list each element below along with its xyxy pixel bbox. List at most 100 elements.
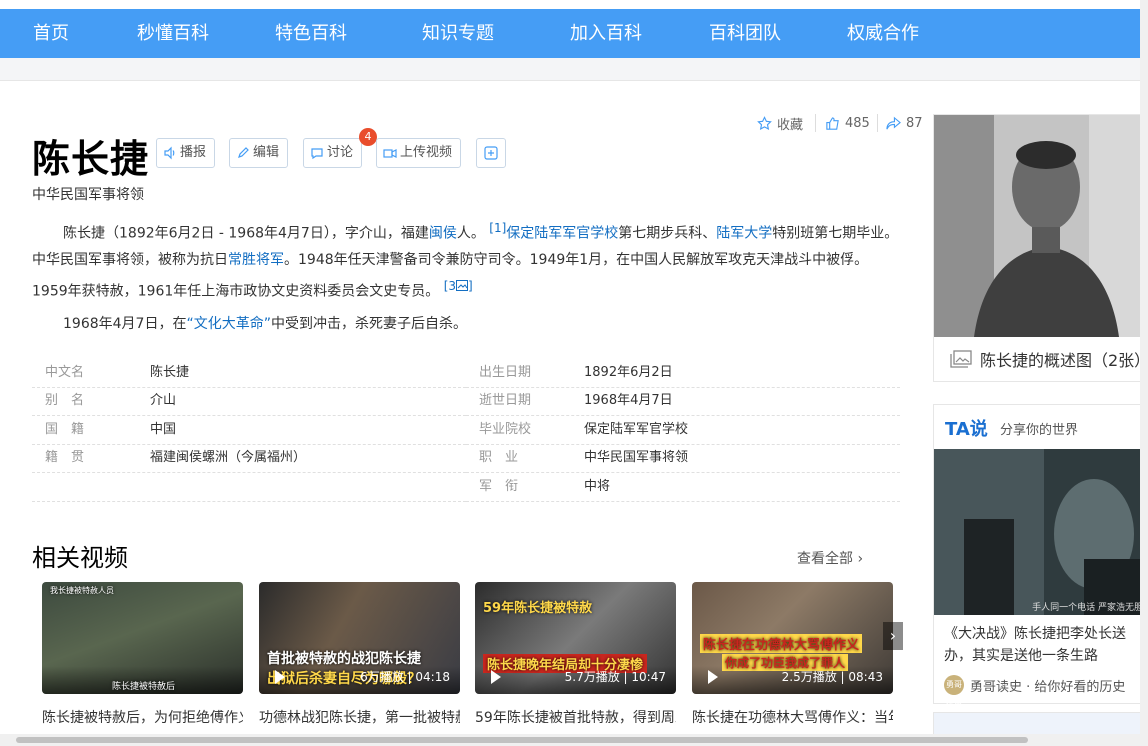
link-minhou[interactable]: 闽侯 <box>429 226 457 242</box>
summary-paragraph: 1968年4月7日，在“文化大革命”中受到冲击，杀死妻子后自杀。 <box>32 311 900 337</box>
infobox-row: 出生日期 1892年6月2日 <box>466 360 900 388</box>
video-title[interactable]: 功德林战犯陈长捷，第一批被特赦出狱，多年后为何要 <box>259 706 460 730</box>
photo-caption[interactable]: 陈长捷的概述图（2张） <box>950 347 1147 371</box>
infobox-value: 中华民国军事将领 <box>584 450 689 465</box>
link-army-university[interactable]: 陆军大学 <box>716 226 772 242</box>
ta-author[interactable]: 勇哥读史 勇哥读史 · 给你好看的历史 <box>944 675 1125 709</box>
broadcast-label: 播报 <box>180 145 207 160</box>
infobox-key: 军 衔 <box>479 479 519 494</box>
add-button[interactable] <box>476 138 506 168</box>
video-title[interactable]: 陈长捷被特赦后，为何拒绝傅作义邀请，宁愿扫大街也 <box>42 706 243 730</box>
collect-label: 收藏 <box>777 117 804 133</box>
nav-item-cooperation[interactable]: 权威合作 <box>847 9 919 58</box>
video-thumbnail[interactable]: 59年陈长捷被特赦 陈长捷晚年结局却十分凄惨 5.7万播放 | 10:47 <box>475 582 676 694</box>
upload-video-button[interactable]: 上传视频 <box>376 138 462 168</box>
ta-video-subtitle: 手人同一个电话 严家浩无胆 <box>1032 603 1143 613</box>
discuss-count-badge: 4 <box>359 128 377 146</box>
see-all-label: 查看全部 <box>797 551 853 567</box>
share-button[interactable]: 87 <box>886 114 923 132</box>
summary-photo-card[interactable]: 陈长捷的概述图（2张） <box>933 114 1148 382</box>
infobox-key: 逝世日期 <box>479 393 532 408</box>
broadcast-button[interactable]: 播报 <box>156 138 216 168</box>
video-meta: 5.7万播放 | 10:47 <box>564 670 666 684</box>
nav-item-topics[interactable]: 知识专题 <box>422 9 494 58</box>
link-cultural-revolution[interactable]: “文化大革命” <box>186 316 271 332</box>
infobox-row-empty <box>32 474 466 502</box>
chat-bubble-icon <box>311 148 323 160</box>
play-icon <box>275 670 285 684</box>
discuss-button[interactable]: 讨论 <box>303 138 363 168</box>
chevron-right-icon: › <box>889 626 897 645</box>
share-count: 87 <box>906 115 923 131</box>
sub-bar <box>0 58 1148 81</box>
link-changsheng-general[interactable]: 常胜将军 <box>228 252 284 268</box>
summary-text: 中受到冲击，杀死妻子后自杀。 <box>270 316 467 332</box>
ta-shuo-logo: TA说 <box>945 419 988 440</box>
edit-button[interactable]: 编辑 <box>229 138 289 168</box>
infobox-value: 1968年4月7日 <box>584 393 673 408</box>
infobox-value: 福建闽侯螺洲（今属福州） <box>150 450 307 465</box>
video-title[interactable]: 陈长捷在功德林大骂傅作义：当年打下日美航路，你是 <box>692 706 893 730</box>
video-caption: 我长捷被特赦人员 <box>50 586 114 595</box>
infobox-key: 毕业院校 <box>479 422 532 437</box>
avatar: 勇哥读史 <box>944 675 964 709</box>
summary-text: 1968年4月7日，在 <box>63 316 187 332</box>
infobox-row: 中文名 陈长捷 <box>32 360 466 388</box>
video-camera-icon <box>383 149 397 158</box>
ta-video-title[interactable]: 《大决战》陈长捷把李处长送办，其实是送他一条生路 <box>944 623 1148 667</box>
video-caption: 陈长捷在功德林大骂傅作义 <box>700 634 863 653</box>
video-meta: 2.5万播放 | 08:43 <box>781 670 883 684</box>
infobox-row: 职 业 中华民国军事将领 <box>466 445 900 473</box>
video-thumbnail[interactable]: 我长捷被特赦人员 陈长捷被特赦后 <box>42 582 243 694</box>
reference-link[interactable]: [3] <box>444 279 473 293</box>
nav-item-join[interactable]: 加入百科 <box>570 9 642 58</box>
related-videos-heading: 相关视频 <box>32 544 128 572</box>
nav-item-featured[interactable]: 特色百科 <box>275 9 347 58</box>
horizontal-scrollbar-thumb[interactable] <box>16 737 1028 743</box>
video-card[interactable]: 陈长捷在功德林大骂傅作义 你成了功臣我成了罪人 2.5万播放 | 08:43 陈… <box>692 582 893 730</box>
infobox-row: 逝世日期 1968年4月7日 <box>466 388 900 416</box>
see-all-link[interactable]: 查看全部 › <box>797 548 863 568</box>
video-meta: 6万播放 | 04:18 <box>360 670 450 684</box>
divider <box>815 114 816 132</box>
collect-button[interactable]: 收藏 <box>757 114 804 133</box>
carousel-next-button[interactable]: › <box>883 622 903 650</box>
summary-text: 第七期步兵科、 <box>618 225 717 242</box>
nav-item-home[interactable]: 首页 <box>33 9 69 58</box>
nav-item-miaodong[interactable]: 秒懂百科 <box>137 9 209 58</box>
discuss-label: 讨论 <box>327 145 354 160</box>
share-icon <box>886 116 901 129</box>
video-thumbnail[interactable]: 首批被特赦的战犯陈长捷 出狱后杀妻自尽为哪般？ 6万播放 | 04:18 <box>259 582 460 694</box>
infobox-row: 毕业院校 保定陆军军官学校 <box>466 417 900 445</box>
chevron-right-icon: › <box>857 551 864 567</box>
infobox-key: 国 籍 <box>45 422 85 437</box>
nav-item-team[interactable]: 百科团队 <box>709 9 781 58</box>
video-title[interactable]: 59年陈长捷被首批特赦，得到周总理关照到上海 <box>475 706 676 730</box>
ta-video-thumbnail[interactable]: 手人同一个电话 严家浩无胆 <box>934 449 1148 615</box>
link-baoding-academy[interactable]: 保定陆军军官学校 <box>506 226 618 242</box>
infobox-link-china[interactable]: 中国 <box>150 417 176 443</box>
vertical-scrollbar[interactable] <box>1140 0 1148 734</box>
video-card[interactable]: 我长捷被特赦人员 陈长捷被特赦后 陈长捷被特赦后，为何拒绝傅作义邀请，宁愿扫大街… <box>42 582 243 730</box>
top-nav-bar: 首页 秒懂百科 特色百科 知识专题 加入百科 百科团队 权威合作 <box>0 9 1148 58</box>
infobox-value: 陈长捷 <box>150 365 190 380</box>
portrait-photo[interactable] <box>934 115 1147 337</box>
like-button[interactable]: 485 <box>825 114 870 132</box>
infobox-key: 别 名 <box>45 393 85 408</box>
speaker-icon <box>164 146 175 160</box>
infobox-row: 别 名 介山 <box>32 388 466 416</box>
edit-label: 编辑 <box>253 145 280 160</box>
ta-video-image <box>934 449 1148 615</box>
video-card[interactable]: 59年陈长捷被特赦 陈长捷晚年结局却十分凄惨 5.7万播放 | 10:47 59… <box>475 582 676 730</box>
thumbs-up-icon <box>826 116 839 130</box>
infobox-row: 籍 贯 福建闽侯螺洲（今属福州） <box>32 445 466 473</box>
horizontal-scrollbar[interactable] <box>0 734 1148 746</box>
infobox-key: 籍 贯 <box>45 450 85 465</box>
infobox-value: 介山 <box>150 393 177 408</box>
reference-link[interactable]: [1] <box>489 221 506 235</box>
infobox-link-school[interactable]: 保定陆军军官学校 <box>584 417 688 443</box>
like-count: 485 <box>845 115 870 131</box>
video-card[interactable]: 首批被特赦的战犯陈长捷 出狱后杀妻自尽为哪般？ 6万播放 | 04:18 功德林… <box>259 582 460 730</box>
play-icon <box>708 670 718 684</box>
video-thumbnail[interactable]: 陈长捷在功德林大骂傅作义 你成了功臣我成了罪人 2.5万播放 | 08:43 <box>692 582 893 694</box>
